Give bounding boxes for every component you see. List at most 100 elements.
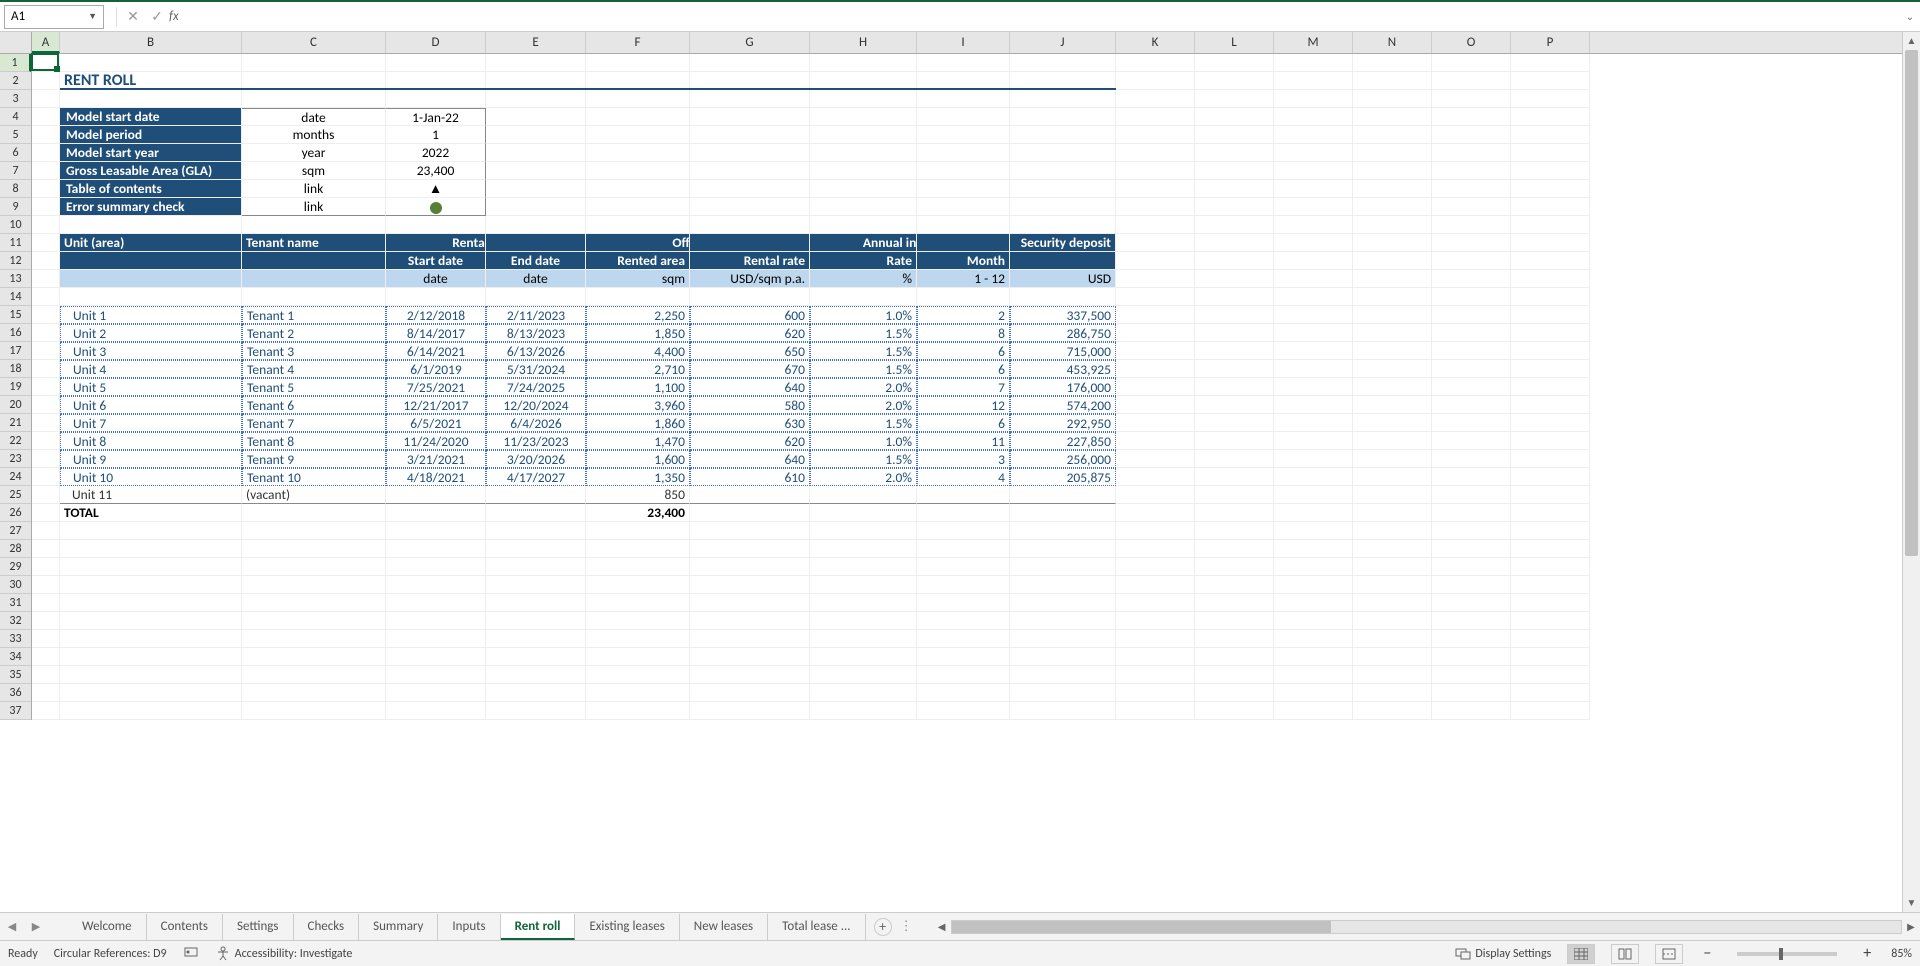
cell[interactable] <box>32 486 60 504</box>
cell[interactable]: Tenant 8 <box>242 432 386 450</box>
cell[interactable] <box>1353 666 1432 684</box>
cell[interactable] <box>486 522 586 540</box>
cell[interactable]: 3/21/2021 <box>386 450 486 468</box>
cell[interactable] <box>486 234 586 252</box>
cell[interactable] <box>32 702 60 720</box>
cell[interactable] <box>386 288 486 306</box>
cell[interactable] <box>60 216 242 234</box>
cell[interactable] <box>386 558 486 576</box>
cell[interactable] <box>1511 180 1590 198</box>
cell[interactable] <box>1432 594 1511 612</box>
cell[interactable] <box>1195 468 1274 486</box>
cell[interactable] <box>1116 306 1195 324</box>
row-header[interactable]: 27 <box>0 522 31 540</box>
cell[interactable] <box>1274 108 1353 126</box>
cell[interactable] <box>32 378 60 396</box>
cell[interactable] <box>1511 504 1590 522</box>
cell[interactable] <box>1010 180 1116 198</box>
cell[interactable] <box>1353 684 1432 702</box>
cancel-formula-icon[interactable]: ✕ <box>121 5 145 29</box>
cell[interactable] <box>486 54 586 72</box>
cell[interactable] <box>917 486 1010 504</box>
cell[interactable] <box>917 288 1010 306</box>
cell[interactable]: Annual indexation <box>810 234 917 252</box>
cell[interactable] <box>486 90 586 108</box>
cell[interactable] <box>1274 594 1353 612</box>
cell[interactable] <box>1353 630 1432 648</box>
formula-input[interactable] <box>187 5 1900 29</box>
cell[interactable] <box>242 270 386 288</box>
cell[interactable] <box>1432 216 1511 234</box>
cell[interactable]: 1.5% <box>810 360 917 378</box>
cell[interactable] <box>1274 540 1353 558</box>
cell[interactable]: 6 <box>917 342 1010 360</box>
cell[interactable] <box>810 702 917 720</box>
cell[interactable]: 1.5% <box>810 342 917 360</box>
cell[interactable]: 453,925 <box>1010 360 1116 378</box>
cell[interactable] <box>1195 396 1274 414</box>
cell[interactable] <box>1274 414 1353 432</box>
cell[interactable] <box>32 126 60 144</box>
cell[interactable]: Unit 11 <box>60 486 242 504</box>
cell[interactable] <box>1511 630 1590 648</box>
cell[interactable] <box>917 198 1010 216</box>
select-all-corner[interactable] <box>0 32 32 53</box>
cell[interactable] <box>1432 126 1511 144</box>
cell[interactable] <box>1010 684 1116 702</box>
row-header[interactable]: 24 <box>0 468 31 486</box>
cell[interactable] <box>242 54 386 72</box>
cell[interactable]: 12/21/2017 <box>386 396 486 414</box>
cell[interactable] <box>1195 576 1274 594</box>
cell[interactable] <box>1511 648 1590 666</box>
cell[interactable] <box>810 198 917 216</box>
cell[interactable] <box>586 522 690 540</box>
cell[interactable] <box>242 612 386 630</box>
cell[interactable]: 670 <box>690 360 810 378</box>
name-box[interactable]: A1 ▼ <box>4 5 104 29</box>
cell[interactable] <box>32 414 60 432</box>
cell[interactable] <box>60 558 242 576</box>
cell[interactable] <box>1195 684 1274 702</box>
cell[interactable] <box>917 522 1010 540</box>
cell[interactable] <box>242 666 386 684</box>
cell[interactable]: USD/sqm p.a. <box>690 270 810 288</box>
cell[interactable] <box>1353 540 1432 558</box>
cell[interactable]: 6 <box>917 360 1010 378</box>
cell[interactable] <box>1010 630 1116 648</box>
column-header[interactable]: P <box>1511 32 1590 53</box>
cell[interactable] <box>1116 54 1195 72</box>
cell[interactable] <box>1274 216 1353 234</box>
cell[interactable] <box>1353 90 1432 108</box>
cell[interactable] <box>1274 270 1353 288</box>
cell[interactable] <box>32 666 60 684</box>
cell[interactable]: 2 <box>917 306 1010 324</box>
cell[interactable] <box>386 684 486 702</box>
cell[interactable]: 574,200 <box>1010 396 1116 414</box>
cell[interactable] <box>810 108 917 126</box>
cell[interactable] <box>1353 450 1432 468</box>
cell[interactable] <box>917 54 1010 72</box>
cell[interactable] <box>690 648 810 666</box>
cell[interactable]: date <box>386 270 486 288</box>
cell[interactable]: 23,400 <box>586 504 690 522</box>
cell[interactable]: 2022 <box>386 144 486 162</box>
cell[interactable] <box>1432 234 1511 252</box>
row-header[interactable]: 18 <box>0 360 31 378</box>
zoom-in-button[interactable]: + <box>1859 944 1875 963</box>
cell[interactable] <box>486 648 586 666</box>
column-header[interactable]: E <box>486 32 586 53</box>
cell[interactable]: 1.0% <box>810 306 917 324</box>
cell[interactable] <box>60 252 242 270</box>
cell[interactable] <box>1353 252 1432 270</box>
cell[interactable] <box>586 90 690 108</box>
cell[interactable] <box>1195 450 1274 468</box>
cell[interactable] <box>917 90 1010 108</box>
cell[interactable] <box>1274 378 1353 396</box>
cell[interactable] <box>1195 324 1274 342</box>
cell[interactable] <box>32 432 60 450</box>
cell[interactable] <box>690 54 810 72</box>
cell[interactable] <box>486 594 586 612</box>
cell[interactable] <box>1195 504 1274 522</box>
cell[interactable] <box>60 666 242 684</box>
cell[interactable] <box>1511 252 1590 270</box>
